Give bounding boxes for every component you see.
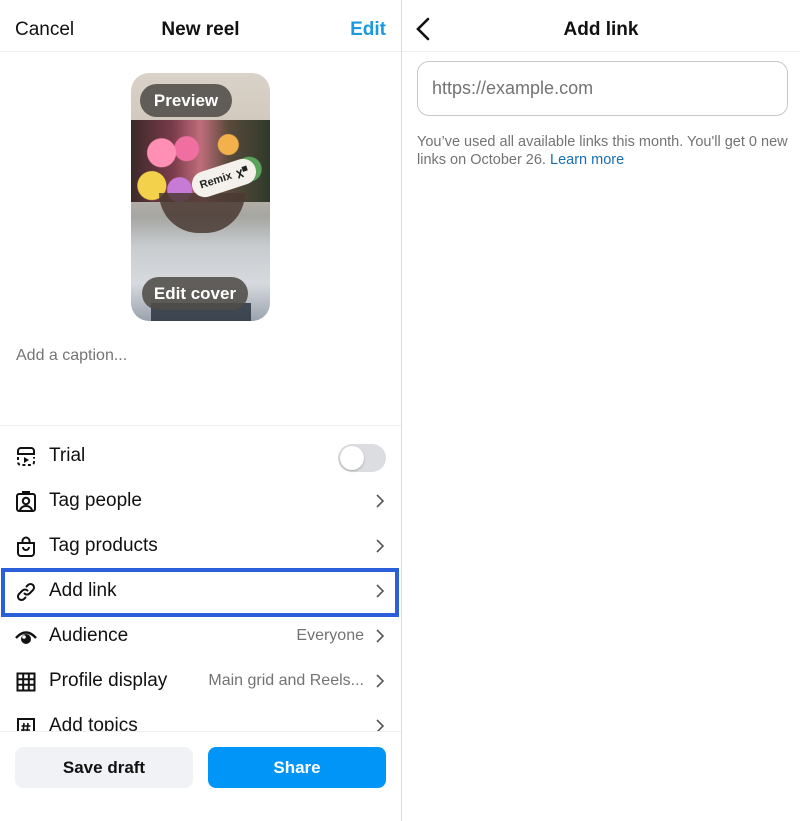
row-label: Trial bbox=[49, 445, 86, 466]
page-title: Add link bbox=[563, 19, 639, 40]
profile-display-value: Main grid and Reels... bbox=[208, 672, 364, 689]
shopping-bag-icon bbox=[14, 535, 38, 559]
chevron-right-icon bbox=[376, 719, 385, 731]
cancel-button[interactable]: Cancel bbox=[15, 19, 74, 41]
row-label: Profile display bbox=[49, 670, 168, 691]
remix-sticker-label: Remix bbox=[198, 169, 234, 192]
row-label: Add topics bbox=[49, 715, 138, 731]
grid-icon bbox=[14, 670, 38, 694]
chevron-right-icon bbox=[376, 629, 385, 643]
add-link-header: Add link bbox=[402, 0, 800, 52]
reel-preview-thumbnail[interactable]: Remix Preview Edit cover bbox=[131, 73, 270, 321]
row-profile-display[interactable]: Profile display Main grid and Reels... bbox=[0, 659, 401, 704]
back-chevron-icon[interactable] bbox=[414, 16, 432, 42]
chevron-right-icon bbox=[376, 584, 385, 598]
hashtag-icon bbox=[14, 715, 38, 731]
row-add-topics[interactable]: Add topics bbox=[0, 704, 401, 731]
audience-value: Everyone bbox=[296, 627, 364, 644]
row-label: Audience bbox=[49, 625, 129, 646]
row-tag-people[interactable]: Tag people bbox=[0, 479, 401, 524]
url-input[interactable] bbox=[417, 61, 788, 116]
reels-trial-icon bbox=[14, 445, 38, 469]
new-reel-panel: Cancel New reel Edit Remix Preview Edit … bbox=[0, 0, 401, 821]
row-audience[interactable]: Audience Everyone bbox=[0, 614, 401, 659]
remix-icon bbox=[235, 165, 248, 179]
learn-more-link[interactable]: Learn more bbox=[550, 152, 624, 168]
row-label: Tag people bbox=[49, 490, 142, 511]
tag-people-icon bbox=[14, 490, 38, 514]
edit-cover-button[interactable]: Edit cover bbox=[142, 277, 248, 310]
share-button[interactable]: Share bbox=[208, 747, 386, 788]
caption-input[interactable] bbox=[16, 347, 386, 365]
trial-toggle[interactable] bbox=[338, 444, 386, 472]
preview-button[interactable]: Preview bbox=[140, 84, 232, 117]
chevron-right-icon bbox=[376, 674, 385, 688]
edit-button[interactable]: Edit bbox=[350, 19, 386, 41]
row-label: Add link bbox=[49, 580, 117, 601]
save-draft-button[interactable]: Save draft bbox=[15, 747, 193, 788]
row-tag-products[interactable]: Tag products bbox=[0, 524, 401, 569]
chevron-right-icon bbox=[376, 494, 385, 508]
preview-face-image bbox=[159, 193, 245, 233]
toggle-knob bbox=[340, 446, 364, 470]
eye-icon bbox=[14, 625, 38, 649]
add-link-panel: Add link You’ve used all available links… bbox=[402, 0, 800, 821]
chevron-right-icon bbox=[376, 539, 385, 553]
divider bbox=[0, 425, 401, 426]
link-icon bbox=[14, 580, 38, 604]
link-limit-note: You’ve used all available links this mon… bbox=[417, 133, 792, 169]
row-label: Tag products bbox=[49, 535, 158, 556]
row-trial[interactable]: Trial bbox=[0, 434, 401, 479]
row-add-link[interactable]: Add link bbox=[0, 569, 401, 614]
new-reel-header: Cancel New reel Edit bbox=[0, 0, 401, 52]
bottom-action-bar: Save draft Share bbox=[0, 731, 401, 821]
